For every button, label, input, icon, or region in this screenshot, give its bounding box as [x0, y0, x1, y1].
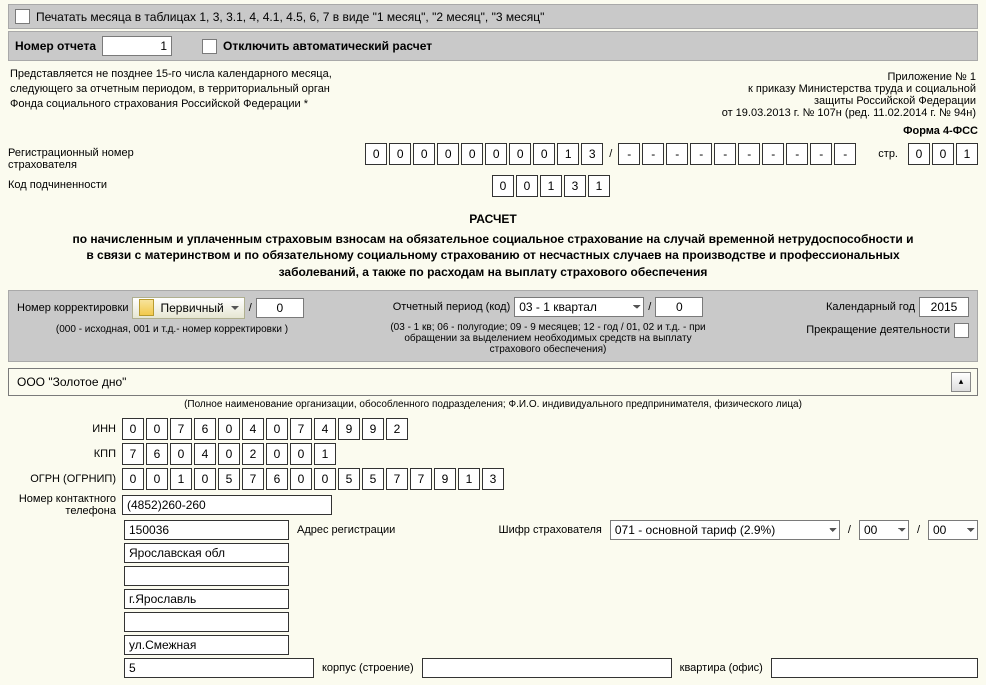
year-label: Календарный год [826, 301, 915, 313]
print-months-bar: Печатать месяца в таблицах 1, 3, 3.1, 4,… [8, 4, 978, 29]
subord-label: Код подчиненности [8, 175, 138, 191]
appendix-2: к приказу Министерства труда и социально… [722, 83, 976, 95]
korpus-input[interactable] [422, 658, 672, 678]
flat-input[interactable] [771, 658, 978, 678]
settlement-input[interactable] [124, 612, 289, 632]
page-label: стр. [878, 148, 898, 160]
kpp-boxes[interactable]: 760402001 [122, 443, 336, 465]
street-input[interactable] [124, 635, 289, 655]
inn-boxes[interactable]: 007604074992 [122, 418, 408, 440]
cease-checkbox[interactable] [954, 323, 969, 338]
inn-label: ИНН [8, 423, 116, 435]
city-input[interactable] [124, 589, 289, 609]
appendix-4: от 19.03.2013 г. № 107н (ред. 11.02.2014… [722, 107, 976, 119]
phone-label: Номер контактного телефона [8, 493, 116, 517]
form-name: Форма 4-ФСС [8, 125, 978, 137]
submit-note-3: Фонда социального страхования Российской… [10, 97, 720, 112]
korpus-label: корпус (строение) [322, 662, 414, 674]
ins-code-label: Шифр страхователя [499, 524, 602, 536]
ins-code-c2[interactable]: 00 [928, 520, 978, 540]
disable-autocalc-label: Отключить автоматический расчет [223, 39, 432, 53]
reg-number-label: Регистрационный номер страхователя [8, 143, 138, 171]
ogrn-boxes[interactable]: 0010576005577913 [122, 468, 504, 490]
print-months-label: Печатать месяца в таблицах 1, 3, 3.1, 4,… [36, 10, 544, 24]
ogrn-label: ОГРН (ОГРНИП) [8, 473, 116, 485]
period-select[interactable]: 03 - 1 квартал [514, 297, 644, 317]
page-boxes: 001 [908, 143, 978, 165]
period-bar: Номер корректировки Первичный / (000 - и… [8, 290, 978, 362]
doc-title: РАСЧЕТ [68, 211, 918, 227]
appendix-1: Приложение № 1 [722, 71, 976, 83]
disable-autocalc-checkbox[interactable] [202, 39, 217, 54]
report-number-input[interactable] [102, 36, 172, 56]
print-months-checkbox[interactable] [15, 9, 30, 24]
cease-label: Прекращение деятельности [806, 324, 950, 336]
correction-select[interactable]: Первичный [132, 297, 244, 319]
doc-subtitle: по начисленным и уплаченным страховым вз… [68, 231, 918, 280]
period-label: Отчетный период (код) [393, 301, 511, 313]
appendix-3: защиты Российской Федерации [722, 95, 976, 107]
house-input[interactable] [124, 658, 314, 678]
org-picker-button[interactable]: ▴ [951, 372, 971, 392]
org-caption: (Полное наименование организации, обособ… [8, 399, 978, 410]
district-input[interactable] [124, 566, 289, 586]
report-number-label: Номер отчета [15, 39, 96, 53]
submit-note-1: Представляется не позднее 15-го числа ка… [10, 67, 720, 82]
zip-input[interactable] [124, 520, 289, 540]
org-name-input[interactable] [15, 374, 951, 390]
reg-number-boxes2[interactable]: ---------- [618, 143, 856, 165]
region-input[interactable] [124, 543, 289, 563]
kpp-label: КПП [8, 448, 116, 460]
correction-hint: (000 - исходная, 001 и т.д.- номер корре… [17, 324, 327, 335]
doc-icon [139, 299, 154, 316]
ins-code-select[interactable]: 071 - основной тариф (2.9%) [610, 520, 840, 540]
subord-boxes[interactable]: 00131 [492, 175, 610, 197]
ins-code-c1[interactable]: 00 [859, 520, 909, 540]
year-input[interactable] [919, 297, 969, 317]
submit-note-2: следующего за отчетным периодом, в терри… [10, 82, 720, 97]
address-label: Адрес регистрации [297, 524, 395, 536]
org-name-row: ▴ [8, 368, 978, 396]
reg-number-boxes[interactable]: 0000000013 [365, 143, 603, 165]
correction-num-input[interactable] [256, 298, 304, 318]
report-number-bar: Номер отчета Отключить автоматический ра… [8, 31, 978, 61]
phone-input[interactable] [122, 495, 332, 515]
period-hint: (03 - 1 кв; 06 - полугодие; 09 - 9 месяц… [378, 322, 718, 355]
correction-label: Номер корректировки [17, 302, 128, 314]
flat-label: квартира (офис) [680, 662, 763, 674]
period-num-input[interactable] [655, 297, 703, 317]
